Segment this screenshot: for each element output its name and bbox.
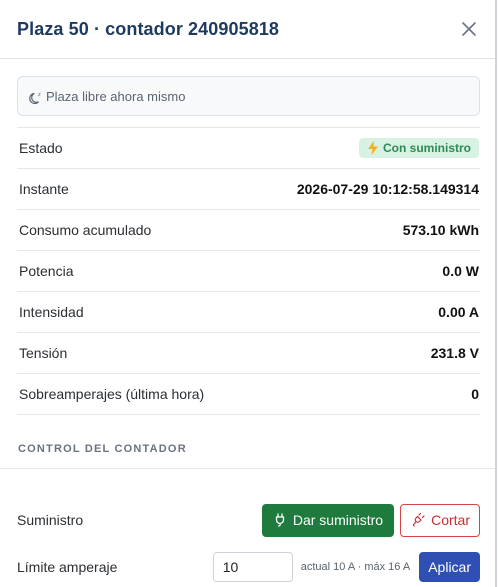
row-tension: Tensión 231.8 V [17,333,480,374]
status-badge-text: Con suministro [382,141,471,155]
status-badge: Con suministro [358,138,479,158]
limit-hint: actual 10 A · máx 16 A [300,561,411,573]
notice-text: Plaza libre ahora mismo [46,88,186,104]
row-label: Intensidad [19,304,84,320]
section-divider [0,468,495,469]
close-icon [462,22,476,36]
row-label: Consumo acumulado [19,222,152,238]
status-table: Estado Con suministro Instante 2026-07-2… [17,127,480,415]
row-label: Tensión [19,345,68,361]
row-estado: Estado Con suministro [17,127,480,169]
row-value: 0 [471,386,479,402]
row-label: Potencia [19,263,74,279]
row-value: 573.10 kWh [402,222,479,238]
amperage-input[interactable] [212,552,293,582]
row-instante: Instante 2026-07-29 10:12:58.149314 [17,169,480,210]
modal-body: z Plaza libre ahora mismo Estado Con sum… [0,59,495,584]
supply-buttons: Dar suministro Cortar [261,503,480,537]
bolt-icon [367,141,378,155]
row-label: Sobreamperajes (última hora) [19,386,205,402]
modal-header: Plaza 50 · contador 240905818 [0,0,495,59]
row-sobreamperajes: Sobreamperajes (última hora) 0 [17,374,480,415]
modal-title: Plaza 50 · contador 240905818 [17,18,280,39]
row-value: 231.8 V [430,345,479,361]
apply-button[interactable]: Aplicar [419,552,480,582]
give-supply-button[interactable]: Dar suministro [261,503,395,537]
row-label: Instante [19,181,69,197]
row-intensidad: Intensidad 0.00 A [17,292,480,333]
plug-icon [275,513,284,527]
row-potencia: Potencia 0.0 W [17,251,480,292]
row-value: 0.00 A [438,304,479,320]
limit-label: Límite amperaje [17,559,118,575]
moon-icon: z [29,92,41,105]
section-title: CONTROL DEL CONTADOR [18,443,187,455]
limit-row: Límite amperaje actual 10 A · máx 16 A A… [17,550,480,584]
availability-notice: z Plaza libre ahora mismo [17,76,480,116]
row-label: Estado [19,140,63,156]
svg-text:z: z [38,92,41,98]
row-consumo: Consumo acumulado 573.10 kWh [17,210,480,251]
cut-button[interactable]: Cortar [400,503,480,537]
unplug-icon [412,513,425,527]
give-supply-label: Dar suministro [292,512,384,528]
supply-row: Suministro Dar suministro Cortar [17,503,480,537]
close-button[interactable] [459,19,479,39]
supply-label: Suministro [17,512,84,528]
row-value: 2026-07-29 10:12:58.149314 [296,181,479,197]
cut-label: Cortar [431,512,470,528]
limit-controls: actual 10 A · máx 16 A Aplicar [212,552,480,582]
meter-modal: Plaza 50 · contador 240905818 z Plaza li… [0,0,497,587]
row-value: 0.0 W [442,263,479,279]
